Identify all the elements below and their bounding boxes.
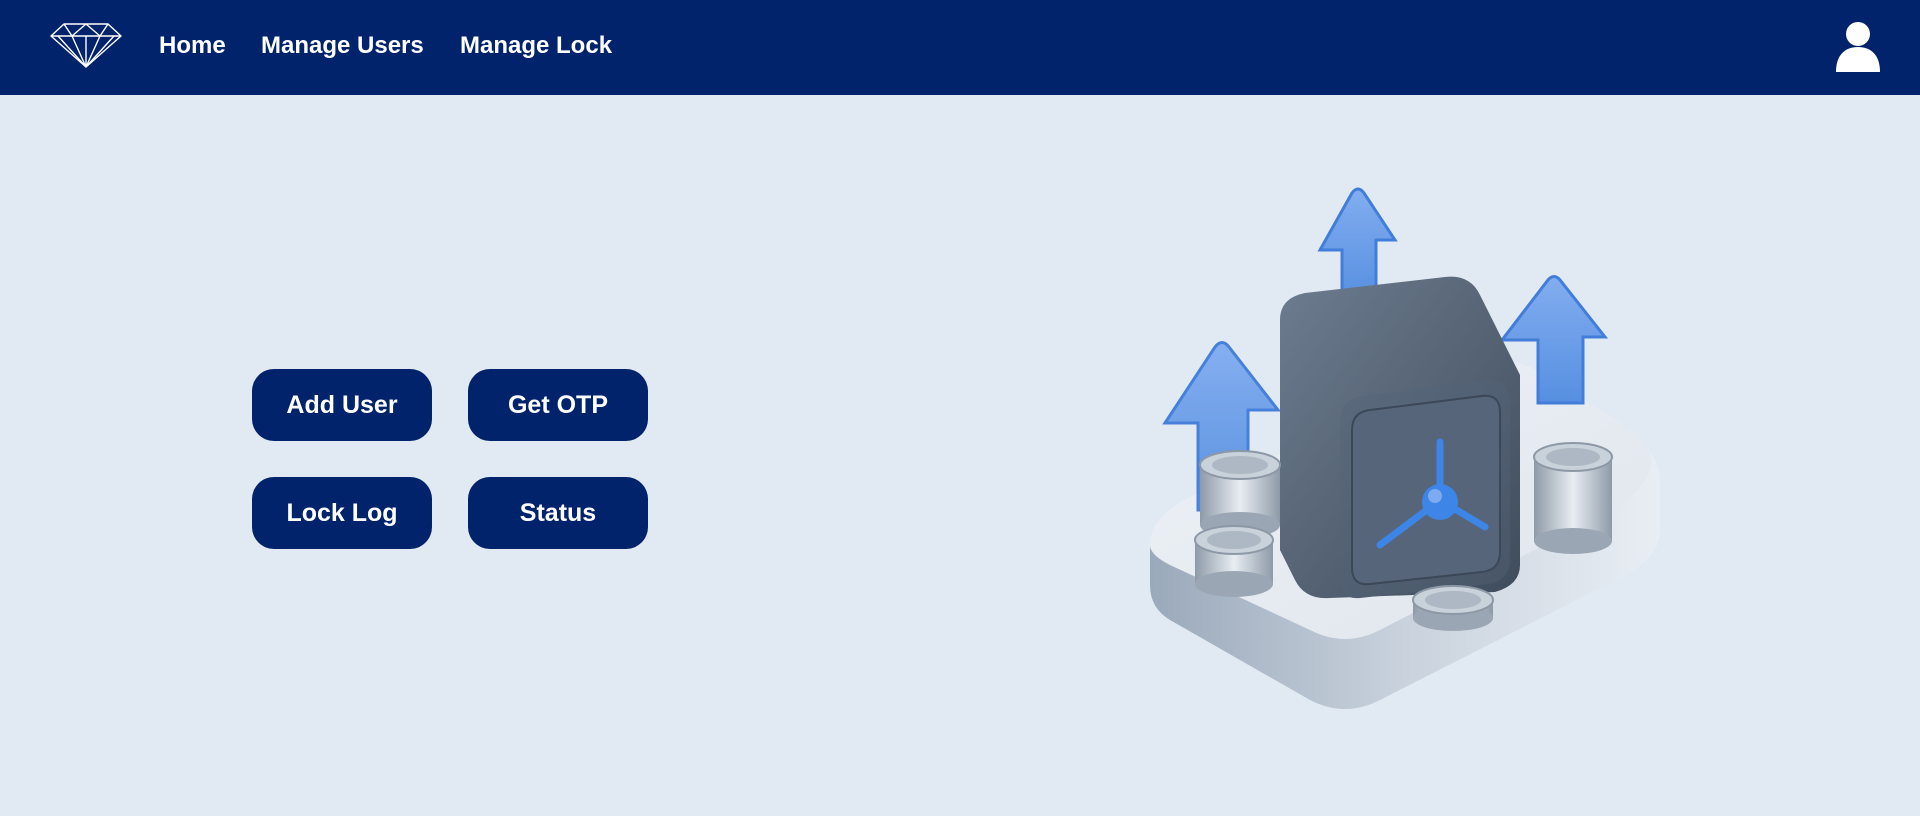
diamond-logo-icon[interactable] xyxy=(50,22,122,68)
add-user-button[interactable]: Add User xyxy=(252,369,432,441)
top-navbar: Home Manage Users Manage Lock xyxy=(0,0,1920,95)
nav-link-home[interactable]: Home xyxy=(159,31,226,61)
status-button[interactable]: Status xyxy=(468,477,648,549)
nav-link-manage-lock[interactable]: Manage Lock xyxy=(460,31,612,61)
get-otp-button[interactable]: Get OTP xyxy=(468,369,648,441)
user-avatar-icon[interactable] xyxy=(1834,20,1882,72)
lock-log-button[interactable]: Lock Log xyxy=(252,477,432,549)
nav-link-manage-users[interactable]: Manage Users xyxy=(261,31,424,61)
safe-illustration-icon xyxy=(1150,187,1660,709)
